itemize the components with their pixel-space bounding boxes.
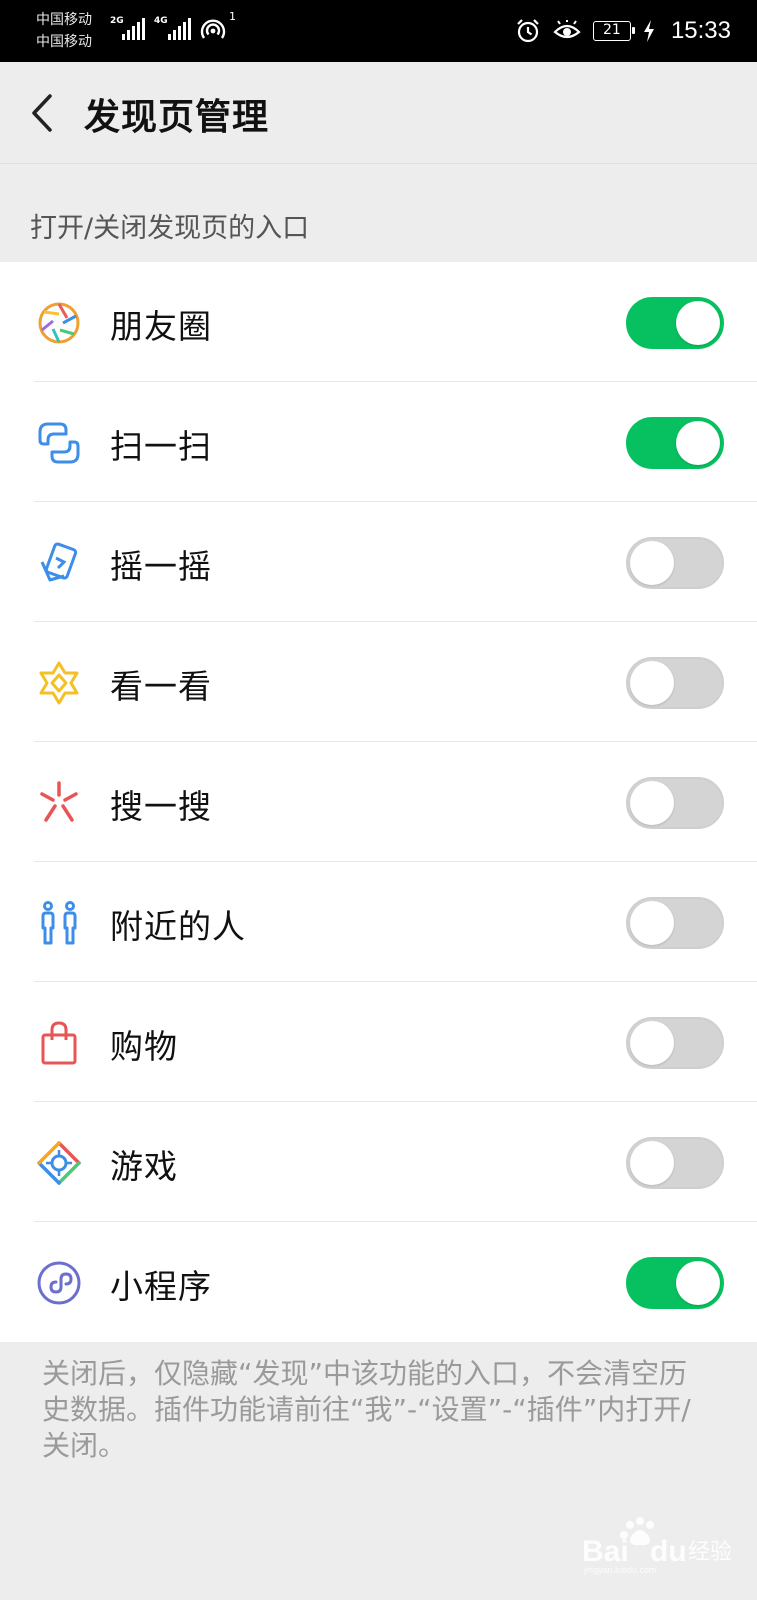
shopping-icon	[41, 1021, 77, 1065]
svg-text:Bai: Bai	[582, 1535, 629, 1568]
charging-icon	[643, 20, 654, 42]
battery-icon: 21	[592, 21, 635, 41]
mini-programs-toggle[interactable]	[626, 1257, 724, 1309]
list-item-label: 扫一扫	[110, 427, 212, 466]
list-item-people-nearby: 附近的人	[0, 862, 757, 982]
scan-toggle[interactable]	[626, 417, 724, 469]
carrier-2: 中国移动	[36, 34, 92, 50]
moments-toggle[interactable]	[626, 297, 724, 349]
network-1-label: 2G	[110, 16, 124, 26]
status-time: 15:33	[670, 17, 731, 44]
shake-icon	[40, 542, 78, 582]
shopping-toggle[interactable]	[626, 1017, 724, 1069]
hotspot-icon	[200, 19, 226, 39]
people-nearby-toggle[interactable]	[626, 897, 724, 949]
discover-entry-list: 朋友圈 扫一扫 摇一摇 看一看 搜一搜 附近的人 购物 游戏 小程序	[0, 262, 757, 1342]
search-toggle[interactable]	[626, 777, 724, 829]
svg-text:jingyan.baidu.com: jingyan.baidu.com	[583, 1565, 657, 1575]
hotspot-count: 1	[229, 10, 236, 23]
baidu-jingyan-watermark: Bai du 经验 jingyan.baidu.com	[582, 1517, 732, 1575]
svg-text:du: du	[650, 1535, 687, 1568]
svg-text:经验: 经验	[688, 1540, 732, 1565]
header: 发现页管理	[0, 62, 757, 164]
mini-programs-icon	[37, 1261, 81, 1305]
page-title: 发现页管理	[84, 97, 270, 138]
eye-comfort-icon	[553, 20, 581, 39]
list-item-top-stories: 看一看	[0, 622, 757, 742]
games-icon	[37, 1141, 81, 1185]
list-item-label: 摇一摇	[110, 547, 212, 586]
shake-toggle[interactable]	[626, 537, 724, 589]
section-label: 打开/关闭发现页的入口	[30, 213, 310, 244]
list-item-label: 小程序	[110, 1267, 212, 1306]
list-item-moments: 朋友圈	[0, 262, 757, 382]
back-arrow-icon[interactable]	[24, 90, 64, 136]
list-item-label: 搜一搜	[110, 787, 212, 826]
footnote: 关闭后，仅隐藏“发现”中该功能的入口，不会清空历史数据。插件功能请前往“我”-“…	[42, 1357, 691, 1462]
list-item-label: 看一看	[110, 667, 212, 706]
list-item-search: 搜一搜	[0, 742, 757, 862]
list-item-label: 朋友圈	[110, 307, 212, 346]
list-item-scan: 扫一扫	[0, 382, 757, 502]
signal-2g-icon: 2G	[110, 14, 145, 40]
list-item-label: 附近的人	[110, 907, 246, 946]
top-stories-toggle[interactable]	[626, 657, 724, 709]
list-item-label: 游戏	[110, 1147, 178, 1186]
signal-4g-icon: 4G	[154, 14, 191, 40]
carrier-1: 中国移动	[36, 12, 92, 28]
search-icon	[40, 781, 78, 822]
moments-icon	[38, 302, 80, 344]
list-item-mini-programs: 小程序	[0, 1222, 757, 1342]
alarm-icon	[517, 19, 539, 43]
list-item-games: 游戏	[0, 1102, 757, 1222]
games-toggle[interactable]	[626, 1137, 724, 1189]
network-2-label: 4G	[154, 16, 168, 26]
carrier-labels: 中国移动 中国移动	[36, 9, 92, 53]
scan-icon	[38, 422, 80, 464]
list-item-label: 购物	[110, 1027, 178, 1066]
top-stories-icon	[39, 661, 79, 705]
people-nearby-icon	[41, 901, 77, 945]
list-item-shopping: 购物	[0, 982, 757, 1102]
list-item-shake: 摇一摇	[0, 502, 757, 622]
status-bar: 中国移动 中国移动 2G 4G 1 21 15:33	[0, 0, 757, 62]
